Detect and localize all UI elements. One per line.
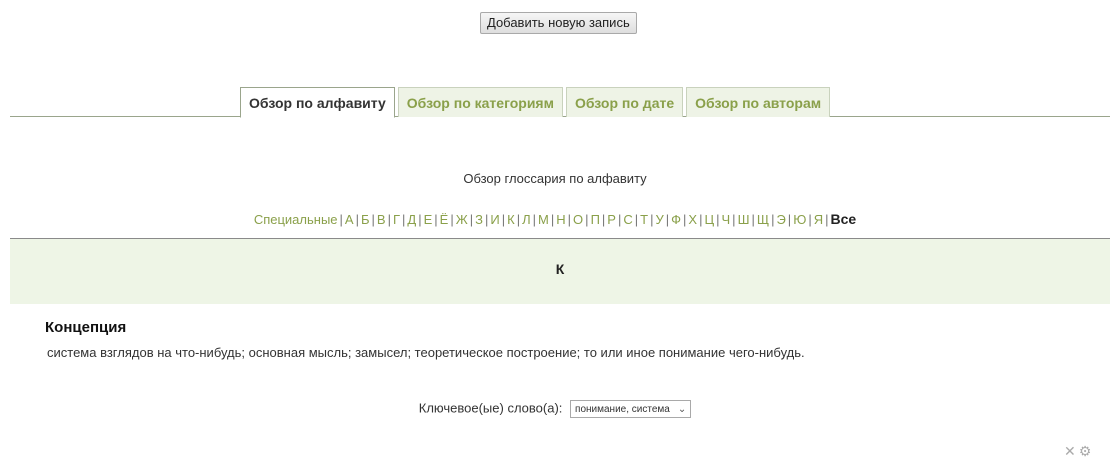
alphabet-separator: |: [434, 212, 438, 227]
alphabet-separator: |: [825, 212, 829, 227]
glossary-page: Добавить новую запись Обзор по алфавиту …: [0, 0, 1110, 470]
tab-authors[interactable]: Обзор по авторам: [686, 87, 831, 117]
alphabet-separator: |: [387, 212, 391, 227]
alphabet-letter-link[interactable]: Д: [407, 212, 416, 227]
keywords-select[interactable]: понимание, система ⌄: [570, 400, 692, 418]
alphabet-separator: |: [716, 212, 720, 227]
alphabet-letter-link[interactable]: Ж: [456, 212, 468, 227]
alphabet-letter-link[interactable]: У: [655, 212, 663, 227]
alphabet-letter-link[interactable]: М: [538, 212, 549, 227]
browse-tabs: Обзор по алфавиту Обзор по категориям Об…: [240, 87, 831, 118]
alphabet-separator: |: [418, 212, 422, 227]
chevron-down-icon: ⌄: [677, 403, 687, 415]
alphabet-separator: |: [532, 212, 537, 227]
alphabet-letter-link[interactable]: Л: [522, 212, 531, 227]
alphabet-letter-link[interactable]: Щ: [757, 212, 769, 227]
alphabet-letter-link[interactable]: О: [573, 212, 583, 227]
alphabet-letter-link[interactable]: Я: [814, 212, 823, 227]
browse-title: Обзор глоссария по алфавиту: [463, 171, 647, 186]
alphabet-special-link[interactable]: Специальные: [254, 212, 338, 227]
alphabet-letter-link[interactable]: Ц: [704, 212, 714, 227]
alphabet-separator: |: [516, 212, 521, 227]
alphabet-separator: |: [808, 212, 812, 227]
alphabet-separator: |: [751, 212, 755, 227]
close-icon[interactable]: ✕: [1064, 443, 1079, 459]
alphabet-separator: |: [732, 212, 736, 227]
alphabet-letter-link[interactable]: Б: [361, 212, 370, 227]
alphabet-letter-link[interactable]: Ф: [671, 212, 681, 227]
alphabet-all-current: Все: [830, 211, 857, 227]
alphabet-separator: |: [339, 212, 343, 227]
alphabet-filter: Специальные | А | Б | В | Г | Д | Е | Ё | Ж | З | И | К | Л | М | Н |…: [0, 211, 1110, 227]
alphabet-letter-link[interactable]: Ч: [722, 212, 731, 227]
alphabet-letter-link[interactable]: Е: [424, 212, 433, 227]
alphabet-letter-link[interactable]: А: [345, 212, 354, 227]
alphabet-letter-link[interactable]: К: [507, 212, 515, 227]
alphabet-letter-link[interactable]: Х: [688, 212, 697, 227]
alphabet-letter-link[interactable]: И: [490, 212, 499, 227]
keywords-row: Ключевое(ые) слово(а): понимание, систем…: [0, 400, 1110, 418]
alphabet-separator: |: [450, 212, 454, 227]
section-letter: К: [555, 261, 565, 277]
tab-date[interactable]: Обзор по дате: [565, 87, 684, 117]
alphabet-letter-link[interactable]: Н: [556, 212, 565, 227]
alphabet-letter-link[interactable]: Ш: [738, 212, 750, 227]
tab-alphabet[interactable]: Обзор по алфавиту: [240, 87, 395, 118]
alphabet-letter-link[interactable]: С: [623, 212, 632, 227]
alphabet-letter-link[interactable]: Ю: [793, 212, 806, 227]
alphabet-separator: |: [567, 212, 572, 227]
add-entry-button[interactable]: Добавить новую запись: [480, 12, 637, 34]
entry-actions: ✕⚙: [1064, 443, 1094, 460]
entry-term: Концепция: [45, 319, 127, 336]
alphabet-letter-link[interactable]: Э: [776, 212, 785, 227]
alphabet-letter-link[interactable]: П: [591, 212, 600, 227]
alphabet-letter-link[interactable]: Р: [607, 212, 616, 227]
alphabet-separator: |: [585, 212, 589, 227]
alphabet-letter-link[interactable]: З: [475, 212, 483, 227]
letter-section-header: К: [10, 238, 1110, 304]
alphabet-letter-link[interactable]: Г: [393, 212, 400, 227]
gear-icon[interactable]: ⚙: [1079, 443, 1095, 459]
keywords-label: Ключевое(ые) слово(а):: [418, 400, 563, 416]
alphabet-letter-link[interactable]: Т: [640, 212, 648, 227]
alphabet-separator: |: [355, 212, 359, 227]
alphabet-separator: |: [371, 212, 375, 227]
alphabet-letter-link[interactable]: В: [377, 212, 386, 227]
entry-definition: система взглядов на что-нибудь; основная…: [47, 345, 805, 360]
tab-categories[interactable]: Обзор по категориям: [397, 87, 563, 117]
keywords-selected-value: понимание, система: [575, 403, 670, 415]
